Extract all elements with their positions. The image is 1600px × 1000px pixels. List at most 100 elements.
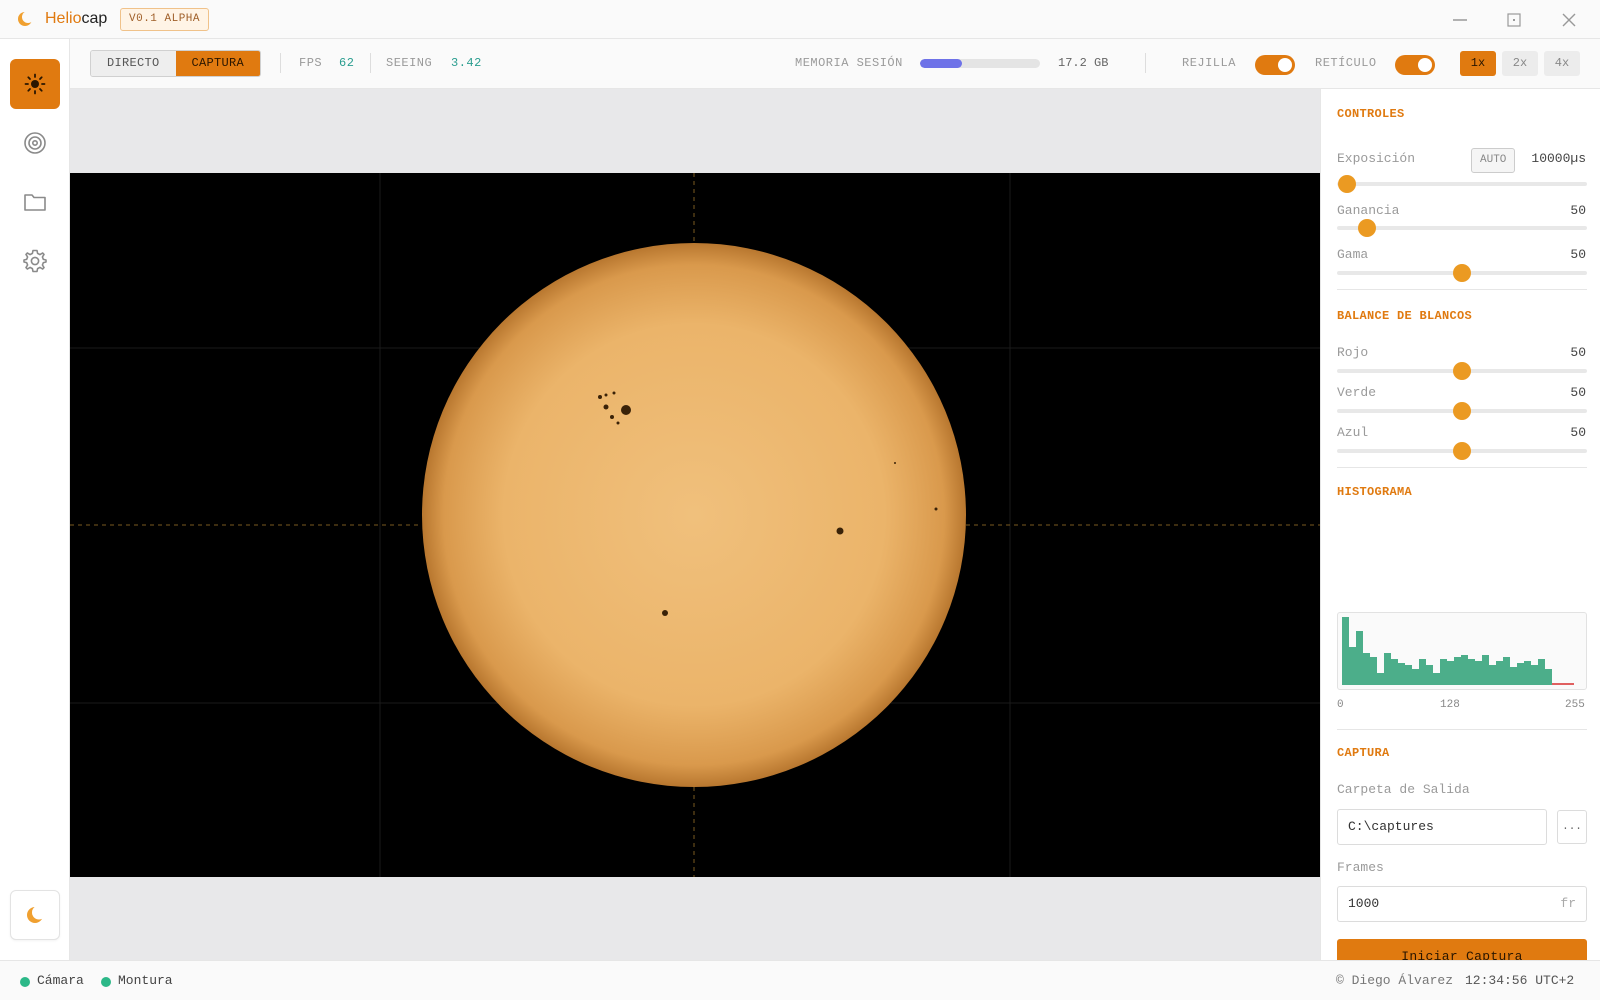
clock: 12:34:56 UTC+2 [1465,973,1575,988]
zoom-4x-button[interactable]: 4x [1544,51,1580,76]
frames-input[interactable]: 1000 fr [1337,886,1587,922]
slider-thumb[interactable] [1453,402,1471,420]
gear-icon [23,249,47,273]
exposure-slider[interactable] [1337,175,1587,193]
app-name: Heliocap [45,10,108,27]
slider-thumb[interactable] [1453,264,1471,282]
divider [1337,467,1587,468]
nav-item-sun[interactable] [10,59,60,109]
minimize-button[interactable] [1448,8,1472,32]
toolbar: DIRECTO CAPTURA FPS 62 SEEING 3.42 MEMOR… [70,39,1600,89]
slider-thumb[interactable] [1358,219,1376,237]
exposure-label: Exposición [1337,151,1416,166]
controls-panel: CONTROLES Exposición AUTO 10000µs Gananc… [1320,89,1600,974]
red-slider[interactable] [1337,362,1587,380]
zoom-1x-button[interactable]: 1x [1460,51,1496,76]
solar-preview[interactable] [70,173,1320,877]
divider [1337,289,1587,290]
close-button[interactable] [1557,8,1581,32]
author-credit: © Diego Álvarez [1336,973,1454,988]
memory-value: 17.2 GB [1058,56,1109,70]
status-bar: Cámara Montura © Diego Álvarez 12:34:56 … [0,960,1600,1000]
memory-bar-fill [920,59,962,68]
divider [1337,729,1587,730]
gamma-label: Gama [1337,247,1369,262]
toggle-knob [1418,58,1432,72]
mode-live-button[interactable]: DIRECTO [91,51,176,76]
theme-toggle-button[interactable] [10,890,60,940]
version-badge: V0.1 ALPHA [120,8,210,31]
blue-slider[interactable] [1337,442,1587,460]
reticle-toggle[interactable] [1395,55,1435,75]
section-title-histogram: HISTOGRAMA [1337,485,1413,499]
memory-label: MEMORIA SESIÓN [795,56,903,70]
solar-image [70,173,1320,877]
output-folder-input[interactable]: C:\captures [1337,809,1547,845]
gain-slider[interactable] [1337,219,1587,237]
target-icon [24,132,46,154]
slider-thumb[interactable] [1338,175,1356,193]
memory-bar [920,59,1040,68]
camera-status-indicator [20,977,30,987]
minimize-icon [1453,19,1467,21]
green-value: 50 [1570,385,1586,400]
gamma-slider[interactable] [1337,264,1587,282]
gain-value: 50 [1570,203,1586,218]
folder-icon [24,194,46,211]
zoom-2x-button[interactable]: 2x [1502,51,1538,76]
blue-value: 50 [1570,425,1586,440]
section-title-controls: CONTROLES [1337,107,1405,121]
histogram-chart [1342,617,1574,685]
mode-switch: DIRECTO CAPTURA [90,50,262,77]
browse-folder-button[interactable]: ... [1557,810,1587,844]
section-title-capture: CAPTURA [1337,746,1390,760]
sun-icon [24,73,46,95]
histogram [1337,612,1587,690]
frames-unit: fr [1560,896,1576,911]
histogram-tick: 128 [1440,699,1460,711]
mode-capture-button[interactable]: CAPTURA [175,51,261,76]
exposure-value: 10000µs [1531,151,1586,166]
nav-item-settings[interactable] [10,236,60,286]
divider [1145,53,1146,73]
image-viewport[interactable] [70,89,1320,960]
histogram-tick: 255 [1565,699,1585,711]
red-value: 50 [1570,345,1586,360]
nav-item-folder[interactable] [10,177,60,227]
histogram-tick: 0 [1337,699,1344,711]
divider [370,53,371,73]
grid-label: REJILLA [1182,56,1236,70]
maximize-icon [1507,13,1521,27]
gain-label: Ganancia [1337,203,1400,218]
section-title-white-balance: BALANCE DE BLANCOS [1337,309,1473,323]
green-label: Verde [1337,385,1377,400]
title-bar: Heliocap V0.1 ALPHA [0,0,1600,39]
divider [280,53,281,73]
exposure-auto-button[interactable]: AUTO [1471,148,1516,173]
mount-status-label: Montura [118,973,173,988]
blue-label: Azul [1337,425,1369,440]
reticle-label: RETÍCULO [1315,56,1377,70]
nav-item-target[interactable] [10,118,60,168]
red-label: Rojo [1337,345,1369,360]
frames-value: 1000 [1348,896,1380,911]
sun-disk [422,243,966,787]
fps-label: FPS [299,56,323,70]
toggle-knob [1278,58,1292,72]
seeing-value: 3.42 [451,56,482,70]
grid-toggle[interactable] [1255,55,1295,75]
slider-thumb[interactable] [1453,362,1471,380]
green-slider[interactable] [1337,402,1587,420]
maximize-button[interactable] [1502,8,1526,32]
frames-label: Frames [1337,860,1384,875]
slider-thumb[interactable] [1453,442,1471,460]
seeing-label: SEEING [386,56,433,70]
camera-status-label: Cámara [37,973,84,988]
close-icon [1562,13,1576,27]
mount-status-indicator [101,977,111,987]
output-folder-label: Carpeta de Salida [1337,782,1470,797]
fps-value: 62 [339,56,355,70]
moon-logo-icon [18,11,33,26]
moon-icon [27,905,45,923]
left-nav [0,39,70,960]
